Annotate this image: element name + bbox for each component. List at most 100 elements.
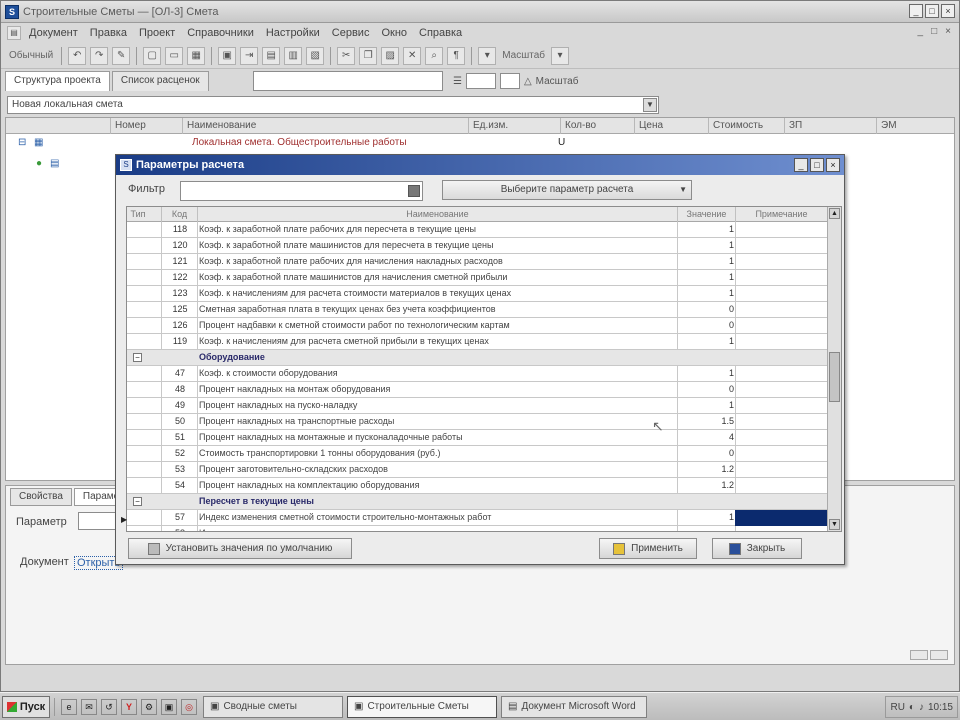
media-icon[interactable]: ◎ [181,698,197,715]
parameter-value[interactable]: 1 [682,238,738,254]
maximize-button[interactable]: □ [925,4,939,18]
start-button[interactable]: Пуск [2,695,50,718]
tab-project-structure[interactable]: Структура проекта [5,71,110,91]
column-header[interactable]: Ед.изм. [468,118,560,134]
table-row[interactable]: 51 Процент накладных на монтажные и пуско… [127,430,827,446]
parameter-value[interactable]: 1 [682,334,738,350]
chevron-down-icon[interactable]: ▼ [643,98,657,112]
scroll-up-icon[interactable]: ▲ [829,208,840,219]
column-header[interactable]: Код [161,207,197,222]
minimize-button[interactable]: _ [909,4,923,18]
filter-input[interactable] [180,181,423,201]
column-header[interactable]: Значение [677,207,735,222]
table-row[interactable]: 54 Процент накладных на комплектацию обор… [127,478,827,494]
tab-price-list[interactable]: Список расценок [111,71,209,91]
column-header[interactable]: Примечание [735,207,827,222]
group-row[interactable]: − Оборудование [127,350,827,366]
table-row[interactable]: 52 Стоимость транспортировки 1 тонны обор… [127,446,827,462]
dialog-maximize-button[interactable]: □ [810,158,824,172]
settings-icon[interactable]: ⚙ [141,698,157,715]
delete-icon[interactable]: ✕ [403,46,422,65]
print-icon[interactable]: ▦ [187,46,206,65]
table-row[interactable]: 48 Процент накладных на монтаж оборудован… [127,382,827,398]
vertical-scrollbar[interactable]: ▲ ▼ [827,207,841,531]
tab-properties[interactable]: Свойства [10,488,72,506]
column-header[interactable]: Номер [110,118,180,134]
menu-document[interactable]: Документ [23,27,84,39]
export-icon[interactable]: ⇥ [240,46,259,65]
dialog-close-button[interactable]: × [826,158,840,172]
table-row[interactable]: ⊟ ▦ Локальная смета. Общестроительные ра… [6,135,954,151]
menu-references[interactable]: Справочники [181,27,260,39]
find-icon[interactable]: ⌕ [425,46,444,65]
scroll-down-icon[interactable]: ▼ [829,519,840,530]
parameter-value[interactable]: 1 [682,222,738,238]
table-row[interactable]: 47 Коэф. к стоимости оборудования 1 [127,366,827,382]
folder-icon[interactable]: ▤ [262,46,281,65]
filter-icon[interactable]: ▾ [478,46,497,65]
column-header[interactable]: ЭМ [876,118,954,134]
task-construction-estimates[interactable]: ▣ Строительные Сметы [347,695,497,718]
table-row[interactable]: 120 Коэф. к заработной плате машинистов д… [127,238,827,254]
group-collapse-icon[interactable]: − [133,353,142,362]
document-address[interactable]: Новая локальная смета ▼ [7,96,659,114]
close-button[interactable]: × [941,4,955,18]
paste-icon[interactable]: ▨ [381,46,400,65]
parameter-value[interactable]: 1 [682,510,738,526]
close-dialog-button[interactable]: Закрыть [712,538,802,559]
table-row[interactable]: 119 Коэф. к начислениям для расчета сметн… [127,334,827,350]
tree-expander-icon[interactable]: ⊟ [18,137,26,148]
calculator-icon[interactable]: ▥ [284,46,303,65]
parameter-value[interactable]: 1 [682,254,738,270]
menu-service[interactable]: Сервис [326,27,376,39]
parameter-value[interactable]: 1 [682,286,738,302]
table-row[interactable]: 118 Коэф. к заработной плате рабочих для … [127,222,827,238]
refresh-icon[interactable]: ↺ [101,698,117,715]
parameter-mode-select[interactable]: Выберите параметр расчета ▼ [442,180,692,200]
table-row[interactable]: 58И [127,526,827,531]
menu-window[interactable]: Окно [375,27,413,39]
parameter-value[interactable] [682,350,738,366]
window-icon[interactable]: ▣ [161,698,177,715]
volume-icon[interactable]: ♪ [919,702,924,713]
column-header[interactable]: Наименование [182,118,468,134]
yandex-icon[interactable]: Y [121,698,137,715]
mail-icon[interactable]: ✉ [81,698,97,715]
table-row[interactable]: 50 Процент накладных на транспортные расх… [127,414,827,430]
dropdown-icon[interactable]: ▾ [551,46,569,65]
parameter-value[interactable]: 1 [682,366,738,382]
search-input[interactable] [253,71,443,91]
tray-icon[interactable]: ◐ [909,702,915,713]
column-header[interactable]: Цена [634,118,708,134]
parameter-value[interactable] [682,494,738,510]
dialog-minimize-button[interactable]: _ [794,158,808,172]
group-collapse-icon[interactable]: − [133,497,142,506]
column-header[interactable]: Тип [127,207,149,222]
menu-help[interactable]: Справка [413,27,468,39]
browser-icon[interactable]: e [61,698,77,715]
table-row[interactable]: 57 Индекс изменения сметной стоимости стр… [127,510,827,526]
copy-icon[interactable]: ❐ [359,46,378,65]
cut-icon[interactable]: ✂ [337,46,356,65]
parameter-value[interactable]: 1.2 [682,462,738,478]
table-row[interactable]: 49 Процент накладных на пуско-наладку 1 [127,398,827,414]
chart-icon[interactable]: ▧ [306,46,325,65]
menu-settings[interactable]: Настройки [260,27,326,39]
scroll-thumb[interactable] [829,352,840,402]
column-header[interactable]: Стоимость [708,118,784,134]
parameter-value[interactable]: 1 [682,398,738,414]
parameter-value[interactable]: 0 [682,302,738,318]
table-row[interactable]: 126 Процент надбавки к сметной стоимости … [127,318,827,334]
apply-button[interactable]: Применить [599,538,697,559]
table-row[interactable]: 53 Процент заготовительно-складских расхо… [127,462,827,478]
zoom-field[interactable] [465,73,496,89]
filter-clear-icon[interactable] [408,185,420,197]
table-row[interactable]: 123 Коэф. к начислениям для расчета стоим… [127,286,827,302]
parameter-value[interactable]: 1 [682,270,738,286]
task-word-document[interactable]: ▤ Документ Microsoft Word [501,695,647,718]
doc-restore-button[interactable]: □ [931,26,937,37]
parameter-value[interactable]: 0 [682,382,738,398]
table-row[interactable]: 121 Коэф. к заработной плате рабочих для … [127,254,827,270]
language-indicator[interactable]: RU [890,702,904,713]
doc-close-button[interactable]: × [945,26,951,37]
